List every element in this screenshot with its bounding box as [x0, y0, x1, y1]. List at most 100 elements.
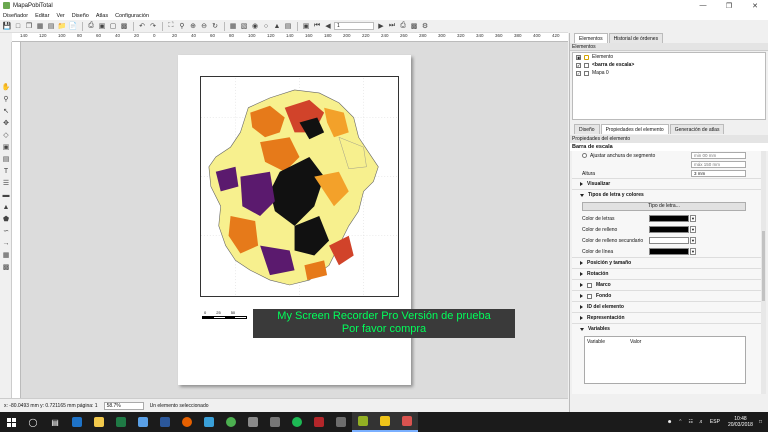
- first-feature-icon[interactable]: ⏮: [312, 21, 322, 31]
- redo-icon[interactable]: ↷: [148, 21, 158, 31]
- select-icon[interactable]: ↖: [1, 106, 11, 116]
- menu-diseno[interactable]: Diseño: [72, 13, 89, 19]
- add-legend-icon[interactable]: ☰: [1, 178, 11, 188]
- menu-configuracion[interactable]: Configuración: [115, 13, 149, 19]
- pan-icon[interactable]: ✋: [1, 82, 11, 92]
- add-table-icon[interactable]: ▦: [1, 250, 11, 260]
- tab-elementos[interactable]: Elementos: [574, 33, 608, 43]
- add-image-icon[interactable]: ▤: [1, 154, 11, 164]
- store-icon[interactable]: [132, 412, 154, 432]
- add-arrow-icon[interactable]: →: [1, 238, 11, 248]
- tab-diseno[interactable]: Diseño: [574, 124, 600, 134]
- save-template-icon[interactable]: 📄: [68, 21, 78, 31]
- add-shape-icon[interactable]: ▲: [1, 202, 11, 212]
- tab-atlas[interactable]: Generación de atlas: [669, 124, 725, 134]
- lock-checkbox[interactable]: [584, 62, 589, 68]
- max-width-spinbox[interactable]: máx 150 mm: [691, 161, 746, 168]
- add-scalebar-icon[interactable]: ▬: [1, 190, 11, 200]
- atlas-print-icon[interactable]: ⎙: [398, 21, 408, 31]
- undo-icon[interactable]: ↶: [137, 21, 147, 31]
- edge-icon[interactable]: [66, 412, 88, 432]
- manager-icon[interactable]: ▦: [35, 21, 45, 31]
- zoom-combo[interactable]: 58.7%: [103, 401, 144, 410]
- spotify-icon[interactable]: [286, 412, 308, 432]
- minimize-button[interactable]: —: [690, 0, 716, 11]
- group-position[interactable]: Posición y tamaño: [572, 257, 766, 268]
- zoom-in-icon[interactable]: ⊕: [188, 21, 198, 31]
- volume-icon[interactable]: ♬: [699, 419, 704, 425]
- lock-icon[interactable]: ◉: [250, 21, 260, 31]
- font-button[interactable]: Tipo de letra...: [582, 202, 746, 211]
- height-spinbox[interactable]: 3 mm: [691, 170, 746, 177]
- list-item-map[interactable]: ✓ Mapa 0: [573, 69, 765, 77]
- export-svg-icon[interactable]: ▢: [108, 21, 118, 31]
- zoom-full-icon[interactable]: ⛶: [166, 21, 176, 31]
- excel-icon[interactable]: [110, 412, 132, 432]
- group-icon[interactable]: ▦: [228, 21, 238, 31]
- qgis-icon[interactable]: [352, 412, 374, 432]
- radio[interactable]: [582, 153, 587, 158]
- variables-table[interactable]: Variable Valor: [584, 336, 746, 384]
- notifications-icon[interactable]: □: [759, 419, 762, 425]
- visible-checkbox[interactable]: ✓: [576, 62, 581, 68]
- chevron-down-icon[interactable]: ▼: [690, 237, 696, 244]
- start-button[interactable]: [0, 412, 22, 432]
- open-icon[interactable]: 📁: [57, 21, 67, 31]
- chevron-down-icon[interactable]: ▼: [690, 248, 696, 255]
- app-icon[interactable]: [242, 412, 264, 432]
- close-button[interactable]: ✕: [742, 0, 768, 11]
- recorder-icon[interactable]: [396, 412, 418, 432]
- add-polyline-icon[interactable]: ∽: [1, 226, 11, 236]
- visible-checkbox[interactable]: ✓: [576, 70, 581, 76]
- save-icon[interactable]: 💾: [2, 21, 12, 31]
- min-width-spinbox[interactable]: min 00 mm: [691, 152, 746, 159]
- people-icon[interactable]: ☻: [667, 419, 672, 425]
- group-item-id[interactable]: ID del elemento: [572, 301, 766, 312]
- fill-color-swatch[interactable]: [649, 226, 689, 233]
- lock-checkbox[interactable]: [584, 70, 589, 76]
- group-background[interactable]: Fondo: [572, 290, 766, 301]
- chevron-down-icon[interactable]: ▼: [690, 226, 696, 233]
- last-feature-icon[interactable]: ⏭: [387, 21, 397, 31]
- ungroup-icon[interactable]: ▧: [239, 21, 249, 31]
- task-view-icon[interactable]: ▤: [44, 412, 66, 432]
- group-visualizar[interactable]: Visualizar: [572, 178, 766, 189]
- zoom-100-icon[interactable]: ⚲: [177, 21, 187, 31]
- new-layout-icon[interactable]: □: [13, 21, 23, 31]
- group-rendering[interactable]: Representación: [572, 312, 766, 323]
- secondary-fill-swatch[interactable]: [649, 237, 689, 244]
- frame-checkbox[interactable]: [587, 282, 592, 288]
- move-content-icon[interactable]: ✥: [1, 118, 11, 128]
- search-icon[interactable]: ◯: [22, 412, 44, 432]
- refresh-icon[interactable]: ↻: [210, 21, 220, 31]
- duplicate-icon[interactable]: ❐: [24, 21, 34, 31]
- print-icon[interactable]: ⎙: [86, 21, 96, 31]
- atlas-preview-icon[interactable]: ▣: [301, 21, 311, 31]
- menu-editar[interactable]: Editar: [35, 13, 49, 19]
- chrome-icon[interactable]: [220, 412, 242, 432]
- list-item-scalebar[interactable]: ✓ <barra de escala>: [573, 61, 765, 69]
- atlas-page-field[interactable]: 1: [334, 22, 374, 30]
- menu-atlas[interactable]: Atlas: [96, 13, 108, 19]
- firefox-icon[interactable]: [176, 412, 198, 432]
- word-icon[interactable]: [154, 412, 176, 432]
- app-icon[interactable]: [330, 412, 352, 432]
- export-pdf-icon[interactable]: ▩: [119, 21, 129, 31]
- group-fonts-colors[interactable]: Tipos de letra y colores: [572, 189, 766, 200]
- atlas-settings-icon[interactable]: ⚙: [420, 21, 430, 31]
- group-variables[interactable]: Variables: [572, 323, 766, 334]
- explorer-icon[interactable]: [88, 412, 110, 432]
- font-color-swatch[interactable]: [649, 215, 689, 222]
- add-polygon-icon[interactable]: ⬟: [1, 214, 11, 224]
- tab-historial[interactable]: Historial de órdenes: [608, 33, 664, 43]
- tab-propiedades[interactable]: Propiedades del elemento: [600, 124, 669, 134]
- group-rotation[interactable]: Rotación: [572, 268, 766, 279]
- add-label-icon[interactable]: T: [1, 166, 11, 176]
- properties-scrollbar[interactable]: [761, 151, 766, 394]
- app-icon[interactable]: [198, 412, 220, 432]
- map-item[interactable]: [200, 76, 399, 297]
- menu-disenador[interactable]: Diseñador: [3, 13, 28, 19]
- zoom-out-icon[interactable]: ⊖: [199, 21, 209, 31]
- app-icon[interactable]: [264, 412, 286, 432]
- layout-canvas[interactable]: 0 25 50 My Screen Recorder Pro Versión d…: [21, 42, 568, 398]
